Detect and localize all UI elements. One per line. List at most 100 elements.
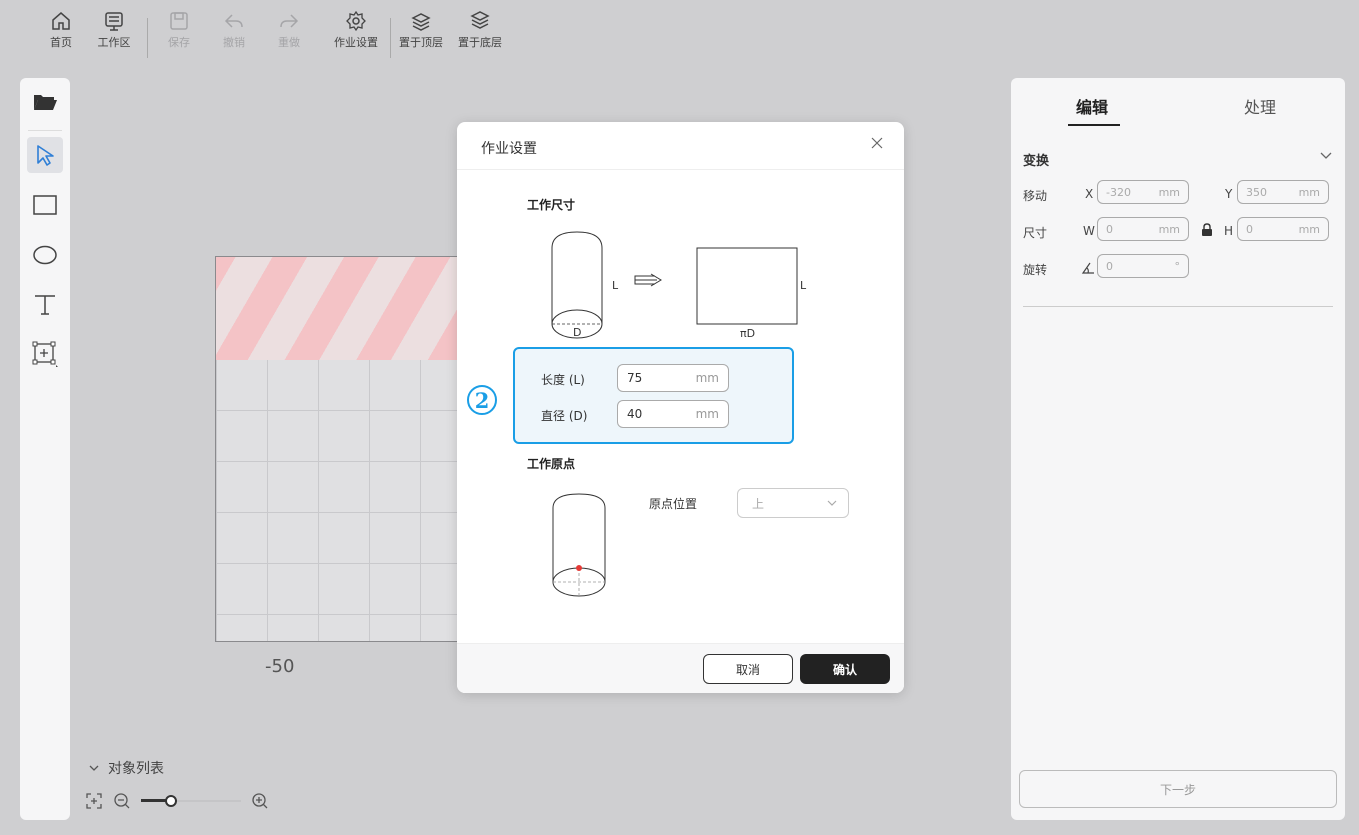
undo-icon	[224, 14, 243, 28]
tab-edit[interactable]: 编辑	[1076, 94, 1108, 118]
toolbar-divider	[390, 18, 391, 58]
send-to-bottom-button[interactable]: 置于底层	[455, 10, 505, 50]
dimension-input-group	[513, 347, 794, 444]
h-value: 0	[1246, 222, 1253, 236]
save-label: 保存	[168, 36, 190, 49]
h-input[interactable]: 0 mm	[1237, 217, 1329, 241]
dialog-footer: 取消 确认	[457, 643, 904, 693]
length-label: 长度 (L)	[541, 373, 585, 387]
zoom-in-icon[interactable]	[251, 792, 269, 810]
send-to-bottom-icon	[470, 11, 490, 29]
w-input[interactable]: 0 mm	[1097, 217, 1189, 241]
add-frame-tool[interactable]	[27, 336, 63, 372]
dialog-header: 作业设置	[457, 122, 904, 170]
workspace-label: 工作区	[97, 36, 131, 49]
text-icon	[35, 295, 55, 315]
step-badge: 2	[467, 385, 497, 415]
diagram-d-label: D	[573, 326, 582, 339]
diameter-label: 直径 (D)	[541, 409, 588, 423]
workspace-button[interactable]: 工作区	[89, 10, 139, 50]
dialog-title: 作业设置	[481, 141, 537, 157]
tab-process[interactable]: 处理	[1244, 94, 1276, 118]
x-input[interactable]: -320 mm	[1097, 180, 1189, 204]
unit-label: mm	[1158, 185, 1180, 199]
work-origin-title: 工作原点	[527, 457, 576, 471]
y-input[interactable]: 350 mm	[1237, 180, 1329, 204]
send-to-bottom-label: 置于底层	[458, 36, 502, 49]
origin-cylinder-diagram	[552, 493, 606, 597]
h-label: H	[1224, 224, 1234, 238]
select-tool[interactable]	[27, 137, 63, 173]
chevron-down-icon[interactable]	[1319, 148, 1333, 162]
properties-panel: 编辑 处理 变换 移动 X -320 mm Y 350 mm 尺寸 W 0 mm H …	[1011, 78, 1345, 820]
zoom-slider[interactable]	[141, 794, 241, 808]
ellipse-icon	[33, 245, 57, 265]
redo-button[interactable]: 重做	[264, 10, 314, 50]
toolbar-divider	[28, 130, 62, 131]
save-icon	[170, 12, 188, 30]
length-input[interactable]: 75 mm	[617, 364, 729, 392]
w-value: 0	[1106, 222, 1113, 236]
job-settings-label: 作业设置	[334, 36, 378, 49]
fit-view-icon[interactable]	[85, 792, 103, 810]
undo-button[interactable]: 撤销	[209, 10, 259, 50]
panel-tabs: 编辑 处理	[1011, 78, 1345, 126]
diameter-input[interactable]: 40 mm	[617, 400, 729, 428]
zoom-bar	[85, 792, 269, 810]
size-label: 尺寸	[1023, 226, 1048, 240]
tab-underline	[1068, 124, 1120, 126]
unit-label: mm	[695, 407, 719, 421]
lock-icon[interactable]	[1201, 223, 1213, 237]
angle-icon	[1081, 262, 1094, 274]
x-value: -320	[1106, 185, 1131, 199]
save-button[interactable]: 保存	[154, 10, 204, 50]
next-step-button[interactable]: 下一步	[1019, 770, 1337, 808]
rotate-value: 0	[1106, 259, 1113, 273]
home-button[interactable]: 首页	[36, 10, 86, 50]
diagram-pid-label: πD	[740, 327, 756, 340]
toolbar-divider	[147, 18, 148, 58]
bring-to-top-icon	[411, 13, 431, 31]
unit-label: mm	[1298, 185, 1320, 199]
job-settings-button[interactable]: 作业设置	[331, 10, 381, 50]
move-label: 移动	[1023, 189, 1048, 203]
origin-position-select[interactable]: 上	[737, 488, 849, 518]
bring-to-top-label: 置于顶层	[399, 36, 443, 49]
section-divider	[1023, 306, 1333, 307]
text-tool[interactable]	[27, 287, 63, 323]
diagram-l-label: L	[612, 279, 619, 292]
redo-icon	[280, 14, 299, 28]
job-settings-dialog: 作业设置 工作尺寸 L D L πD 2 长度 (L) 75 mm 直径 (D) …	[457, 122, 904, 693]
diagram-l-label: L	[800, 279, 807, 292]
y-value: 350	[1246, 185, 1267, 199]
redo-label: 重做	[278, 36, 300, 49]
rotate-input[interactable]: 0 °	[1097, 254, 1189, 278]
unit-label: °	[1174, 259, 1181, 273]
object-list-label: 对象列表	[108, 761, 164, 777]
work-size-title: 工作尺寸	[527, 198, 576, 212]
zoom-knob[interactable]	[165, 795, 177, 807]
rotate-label: 旋转	[1023, 263, 1048, 277]
cancel-button[interactable]: 取消	[703, 654, 793, 684]
folder-icon	[34, 95, 57, 110]
transform-section-title: 变换	[1023, 154, 1050, 169]
close-icon[interactable]	[870, 136, 884, 150]
chevron-down-icon	[827, 500, 837, 506]
unit-label: mm	[695, 371, 719, 385]
chevron-down-icon	[89, 765, 99, 771]
open-folder-tool[interactable]	[27, 84, 63, 120]
rectangle-tool[interactable]	[27, 187, 63, 223]
cursor-arrow-icon	[37, 145, 54, 166]
ellipse-tool[interactable]	[27, 237, 63, 273]
left-toolbar	[20, 78, 70, 820]
object-list-toggle[interactable]: 对象列表	[88, 758, 164, 778]
bring-to-top-button[interactable]: 置于顶层	[396, 10, 446, 50]
add-frame-icon	[32, 341, 58, 367]
rectangle-icon	[33, 195, 57, 215]
confirm-button[interactable]: 确认	[800, 654, 890, 684]
zoom-out-icon[interactable]	[113, 792, 131, 810]
origin-position-value: 上	[752, 496, 765, 511]
workspace-icon	[105, 12, 123, 31]
diameter-value: 40	[627, 407, 643, 421]
x-label: X	[1085, 187, 1094, 201]
